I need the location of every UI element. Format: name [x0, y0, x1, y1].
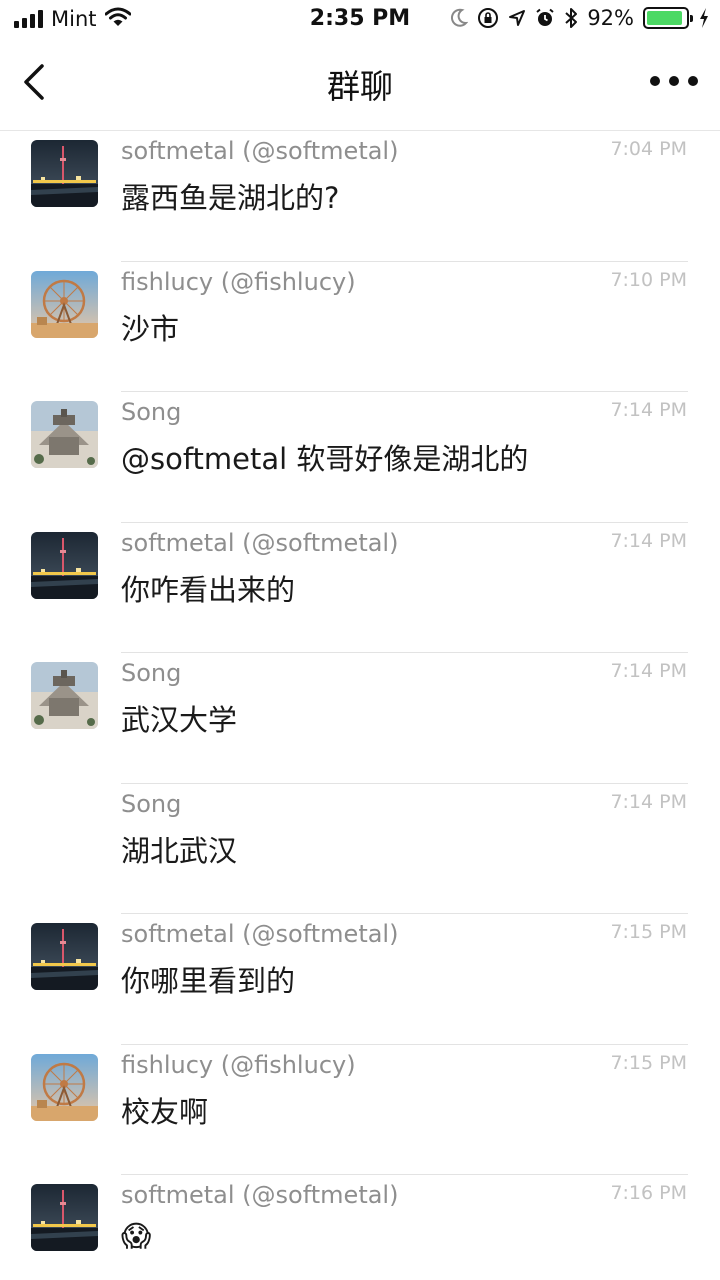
avatar-song[interactable] — [31, 401, 98, 468]
avatar-fishlucy[interactable] — [31, 1053, 98, 1121]
message-sender[interactable]: Song — [121, 659, 181, 687]
message-text: 露西鱼是湖北的? — [121, 181, 340, 215]
moon-icon — [450, 8, 469, 28]
message-timestamp: 7:15 PM — [610, 921, 687, 943]
message-sender[interactable]: softmetal (@softmetal) — [121, 1181, 398, 1209]
message-text: 湖北武汉 — [121, 833, 238, 868]
message-sender[interactable]: fishlucy (@fishlucy) — [121, 1051, 356, 1079]
orientation-lock-icon — [477, 7, 499, 29]
message-sender[interactable]: Song — [121, 398, 181, 426]
message-text: 你咋看出来的 — [121, 572, 296, 607]
message-timestamp: 7:15 PM — [610, 1051, 687, 1074]
message-timestamp: 7:14 PM — [610, 529, 687, 552]
location-icon — [508, 9, 526, 27]
message-text: 😱 — [121, 1219, 152, 1253]
alarm-icon — [535, 8, 555, 28]
more-icon — [650, 76, 660, 86]
message-timestamp: 7:14 PM — [610, 790, 687, 813]
message-item[interactable]: Song 7:14 PM @softmetal 软哥好像是湖北的 — [0, 392, 720, 523]
message-timestamp: 7:14 PM — [610, 660, 687, 682]
message-item[interactable]: softmetal (@softmetal) 7:15 PM 你哪里看到的 — [0, 914, 720, 1045]
avatar-fishlucy[interactable] — [31, 270, 98, 338]
message-timestamp: 7:14 PM — [610, 399, 687, 421]
avatar-song[interactable] — [31, 662, 98, 729]
message-timestamp: 7:10 PM — [610, 268, 687, 291]
avatar-softmetal[interactable] — [31, 923, 98, 990]
message-sender[interactable]: fishlucy (@fishlucy) — [121, 268, 356, 296]
bluetooth-icon — [564, 7, 578, 29]
message-timestamp: 7:16 PM — [610, 1182, 687, 1204]
page-title: 群聊 — [327, 67, 393, 106]
more-button[interactable] — [650, 64, 698, 98]
message-text: 武汉大学 — [121, 703, 238, 737]
charging-icon — [698, 7, 710, 29]
message-sender[interactable]: softmetal (@softmetal) — [121, 137, 398, 165]
message-item[interactable]: fishlucy (@fishlucy) 7:15 PM 校友啊 — [0, 1045, 720, 1175]
status-bar-right: 92% — [450, 6, 710, 30]
message-text: @softmetal 软哥好像是湖北的 — [121, 442, 529, 476]
message-item[interactable]: softmetal (@softmetal) 7:14 PM 你咋看出来的 — [0, 523, 720, 653]
status-bar: Mint 2:35 PM 92% — [0, 0, 720, 40]
message-item[interactable]: softmetal (@softmetal) 7:16 PM 😱 — [0, 1175, 720, 1280]
message-item[interactable]: Song 7:14 PM 武汉大学 — [0, 653, 720, 784]
battery-fill — [647, 11, 682, 25]
battery-icon — [643, 7, 693, 29]
message-sender[interactable]: softmetal (@softmetal) — [121, 529, 398, 557]
battery-percent: 92% — [587, 6, 634, 30]
message-item[interactable]: softmetal (@softmetal) 7:04 PM 露西鱼是湖北的? — [0, 131, 720, 262]
avatar-softmetal[interactable] — [31, 140, 98, 207]
message-text: 校友啊 — [121, 1094, 209, 1129]
message-text: 你哪里看到的 — [121, 964, 296, 998]
avatar-softmetal[interactable] — [31, 531, 98, 599]
message-timestamp: 7:04 PM — [610, 138, 687, 160]
message-text: 沙市 — [121, 311, 180, 346]
message-sender[interactable]: softmetal (@softmetal) — [121, 920, 398, 948]
message-list[interactable]: softmetal (@softmetal) 7:04 PM 露西鱼是湖北的? fi… — [0, 131, 720, 1280]
nav-bar: 群聊 — [0, 40, 720, 131]
message-item[interactable]: fishlucy (@fishlucy) 7:10 PM 沙市 — [0, 262, 720, 392]
message-sender[interactable]: Song — [121, 790, 181, 818]
avatar-softmetal[interactable] — [31, 1184, 98, 1251]
message-item[interactable]: Song 7:14 PM 湖北武汉 — [0, 784, 720, 914]
